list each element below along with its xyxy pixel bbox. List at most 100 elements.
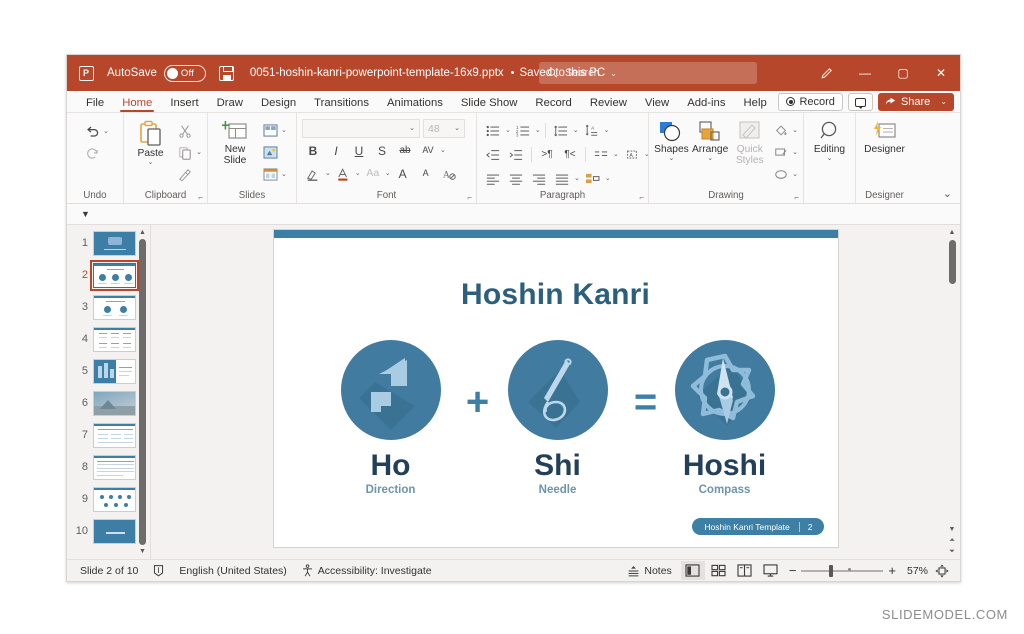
zoom-in-button[interactable]: + xyxy=(888,563,896,578)
columns-icon[interactable] xyxy=(590,144,612,165)
font-size-input[interactable]: 48 ⌄ xyxy=(423,119,465,138)
designer-button[interactable]: Designer xyxy=(861,118,908,155)
thumbnail-image[interactable] xyxy=(93,263,136,288)
paste-button[interactable]: Paste ⌄ xyxy=(129,118,172,166)
shadow-button[interactable]: S xyxy=(371,140,393,161)
arrange-caret[interactable]: ⌄ xyxy=(707,155,713,162)
bullets-icon[interactable] xyxy=(482,120,504,141)
scroll-down-arrow-icon[interactable]: ▼ xyxy=(949,524,956,535)
strikethrough-button[interactable]: ab xyxy=(394,140,416,161)
text-highlight-caret[interactable]: ⌄ xyxy=(325,170,331,177)
italic-button[interactable]: I xyxy=(325,140,347,161)
comments-button[interactable] xyxy=(848,93,873,111)
justify-icon[interactable] xyxy=(551,168,573,189)
pen-icon[interactable] xyxy=(808,55,846,91)
numbering-icon[interactable]: 123 xyxy=(512,120,534,141)
cut-icon[interactable] xyxy=(174,120,196,141)
line-spacing-caret[interactable]: ⌄ xyxy=(573,127,579,134)
minimize-button[interactable]: — xyxy=(846,55,884,91)
copy-dropdown-caret[interactable]: ⌄ xyxy=(196,149,202,156)
shape-outline-icon[interactable] xyxy=(770,142,792,163)
record-button[interactable]: Record xyxy=(778,93,842,111)
layout-icon[interactable] xyxy=(259,120,281,141)
layout-dropdown-caret[interactable]: ⌄ xyxy=(281,127,287,134)
quick-styles-button[interactable]: Quick Styles xyxy=(731,118,768,166)
font-size-caret[interactable]: ⌄ xyxy=(454,125,460,132)
copy-icon[interactable] xyxy=(174,142,196,163)
editing-button[interactable]: Editing ⌄ xyxy=(809,118,850,162)
notes-button[interactable]: Notes xyxy=(620,561,678,581)
smartart-caret[interactable]: ⌄ xyxy=(605,175,611,182)
ltr-text-direction-button[interactable]: >¶ xyxy=(536,144,558,165)
slide-column-ho[interactable]: Ho Direction xyxy=(326,340,456,496)
thumbnail-image[interactable] xyxy=(93,487,136,512)
font-dialog-launcher[interactable]: ⌐ xyxy=(467,193,472,202)
thumbnail-image[interactable] xyxy=(93,423,136,448)
shape-outline-caret[interactable]: ⌄ xyxy=(792,149,798,156)
slide-canvas[interactable]: Hoshin Kanri Ho Direction xyxy=(273,229,839,548)
align-right-icon[interactable] xyxy=(528,168,550,189)
thumbnail-image[interactable] xyxy=(93,519,136,544)
tab-view[interactable]: View xyxy=(636,95,678,112)
search-input[interactable] xyxy=(565,67,749,79)
slide-column-hoshi[interactable]: Hoshi Compass xyxy=(660,340,790,496)
shape-fill-caret[interactable]: ⌄ xyxy=(792,127,798,134)
decrease-font-size-button[interactable]: A xyxy=(415,163,437,184)
tab-design[interactable]: Design xyxy=(252,95,305,112)
scrollbar-thumb[interactable] xyxy=(949,240,956,284)
share-button[interactable]: Share ⌄ xyxy=(878,93,954,111)
arrange-button[interactable]: Arrange ⌄ xyxy=(691,118,730,162)
view-reading-icon[interactable] xyxy=(733,561,757,580)
align-left-icon[interactable] xyxy=(482,168,504,189)
scroll-up-arrow-icon[interactable]: ▲ xyxy=(139,227,146,238)
thumbnail-image[interactable] xyxy=(93,455,136,480)
rtl-text-direction-button[interactable]: ¶< xyxy=(559,144,581,165)
thumbnail-image[interactable] xyxy=(93,359,136,384)
bullets-caret[interactable]: ⌄ xyxy=(505,127,511,134)
slide-title[interactable]: Hoshin Kanri xyxy=(274,278,838,312)
spellcheck-icon[interactable] xyxy=(145,561,172,581)
bold-button[interactable]: B xyxy=(302,140,324,161)
tab-home[interactable]: Home xyxy=(113,95,161,112)
tab-file[interactable]: File xyxy=(77,95,113,112)
view-slideshow-icon[interactable] xyxy=(759,561,783,580)
font-name-caret[interactable]: ⌄ xyxy=(409,125,415,132)
clipboard-dialog-launcher[interactable]: ⌐ xyxy=(198,193,203,202)
increase-indent-icon[interactable] xyxy=(505,144,527,165)
font-color-icon[interactable] xyxy=(332,163,354,184)
save-icon[interactable] xyxy=(219,66,234,81)
paragraph-dialog-launcher[interactable]: ⌐ xyxy=(639,193,644,202)
justify-caret[interactable]: ⌄ xyxy=(574,175,580,182)
tab-transitions[interactable]: Transitions xyxy=(305,95,378,112)
character-spacing-button[interactable]: AV xyxy=(417,140,439,161)
view-normal-icon[interactable] xyxy=(681,561,705,580)
qat-more-icon[interactable]: ▼ xyxy=(81,209,90,219)
section-icon[interactable] xyxy=(259,164,281,185)
zoom-track[interactable] xyxy=(801,570,883,572)
scroll-up-arrow-icon[interactable]: ▲ xyxy=(949,227,956,238)
change-case-caret[interactable]: ⌄ xyxy=(385,170,391,177)
zoom-percent[interactable]: 57% xyxy=(902,565,928,577)
editing-caret[interactable]: ⌄ xyxy=(827,155,833,162)
shapes-caret[interactable]: ⌄ xyxy=(669,155,675,162)
zoom-knob[interactable] xyxy=(829,565,833,577)
fit-to-window-icon[interactable] xyxy=(930,561,954,580)
next-slide-button[interactable]: ⏷ xyxy=(949,546,955,557)
shape-effects-caret[interactable]: ⌄ xyxy=(792,171,798,178)
zoom-out-button[interactable]: − xyxy=(789,563,797,578)
tab-insert[interactable]: Insert xyxy=(161,95,207,112)
text-highlight-icon[interactable] xyxy=(302,163,324,184)
tab-draw[interactable]: Draw xyxy=(208,95,252,112)
language-label[interactable]: English (United States) xyxy=(172,561,293,581)
line-spacing-icon[interactable] xyxy=(550,120,572,141)
clear-formatting-icon[interactable]: A xyxy=(438,163,460,184)
tab-help[interactable]: Help xyxy=(735,95,776,112)
font-name-input[interactable]: ⌄ xyxy=(302,119,420,138)
autosave-toggle[interactable]: Off xyxy=(164,65,206,82)
maximize-button[interactable]: ▢ xyxy=(884,55,922,91)
align-text-icon[interactable]: A xyxy=(581,120,603,141)
align-text-caret[interactable]: ⌄ xyxy=(604,127,610,134)
change-case-button[interactable]: Aa xyxy=(362,163,384,184)
undo-icon[interactable] xyxy=(81,121,103,142)
character-spacing-caret[interactable]: ⌄ xyxy=(440,147,446,154)
